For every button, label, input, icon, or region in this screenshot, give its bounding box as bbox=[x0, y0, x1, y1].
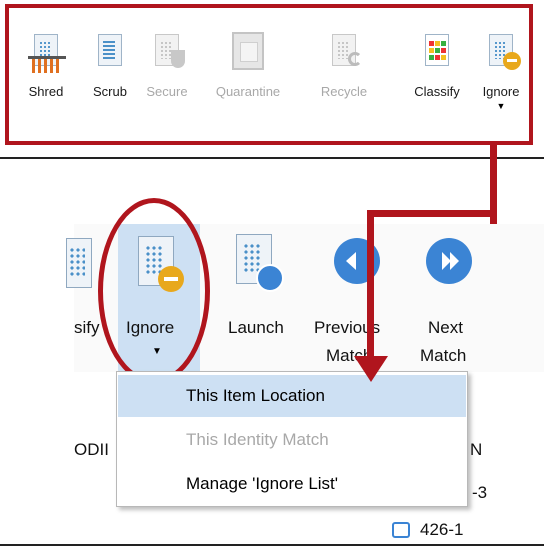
launch-arrow-icon bbox=[256, 264, 284, 292]
divider-bottom bbox=[0, 544, 544, 546]
next-match-icon[interactable] bbox=[426, 238, 472, 284]
menu-item-manage-ignore-list[interactable]: Manage 'Ignore List' bbox=[118, 463, 466, 505]
row-file-icon bbox=[392, 522, 410, 538]
arrow-segment-across bbox=[367, 210, 497, 217]
next-match-label[interactable]: Match bbox=[420, 346, 466, 366]
classify-icon-zoom bbox=[66, 238, 92, 288]
table-header-partial: ODII bbox=[74, 440, 109, 459]
table-header-right-partial: N bbox=[470, 440, 483, 459]
next-label[interactable]: Next bbox=[428, 318, 463, 338]
menu-item-this-identity-match[interactable]: This Identity Match bbox=[118, 419, 466, 461]
ignore-dropdown-menu: This Item Location This Identity Match M… bbox=[116, 371, 468, 507]
top-ribbon-highlight bbox=[5, 4, 533, 145]
arrow-head-icon bbox=[354, 356, 388, 382]
classify-label-zoom: sify bbox=[74, 318, 100, 337]
table-cell-partial: -3 bbox=[472, 483, 488, 502]
launch-label[interactable]: Launch bbox=[228, 318, 284, 338]
table-cell-426: 426-1 bbox=[420, 520, 464, 539]
highlight-ellipse bbox=[98, 198, 210, 384]
arrow-segment-drop bbox=[367, 210, 374, 360]
divider-top bbox=[0, 157, 544, 159]
menu-item-this-item-location[interactable]: This Item Location bbox=[118, 375, 466, 417]
